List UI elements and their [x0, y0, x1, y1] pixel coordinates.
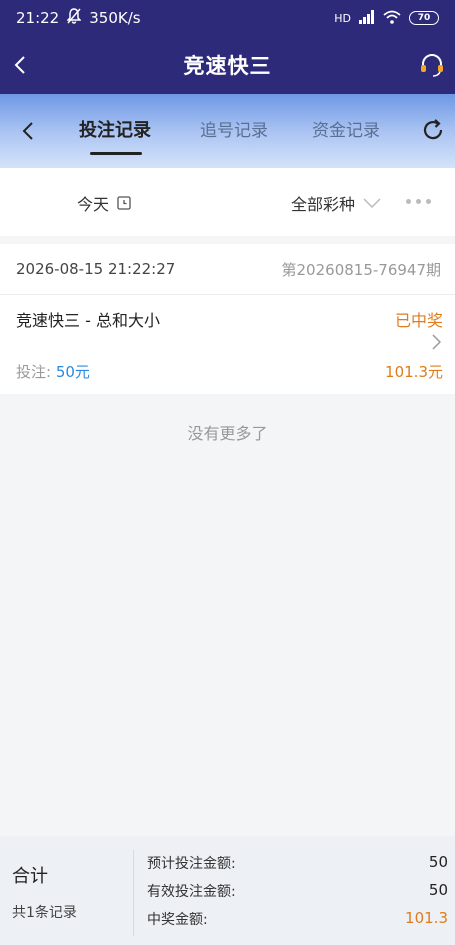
summary-row-valid-bet: 有效投注金额: 50 — [147, 881, 448, 901]
calendar-icon — [117, 196, 131, 210]
headset-icon — [421, 54, 443, 77]
refresh-icon — [423, 119, 443, 140]
tab-bet-records[interactable]: 投注记录 — [79, 116, 151, 142]
hd-label: HD — [334, 11, 351, 25]
chevron-right-icon[interactable] — [429, 333, 443, 351]
chevron-left-icon — [14, 56, 25, 74]
bell-off-icon — [66, 8, 83, 28]
app-bar: 竞速快三 — [0, 36, 455, 94]
summary-value: 50 — [428, 881, 448, 899]
active-tab-indicator — [90, 152, 142, 155]
record-bet-label: 投注: — [16, 363, 56, 381]
bet-record-card[interactable]: 2026-08-15 21:22:27 第20260815-76947期 竞速快… — [0, 244, 455, 394]
record-win-amount: 101.3元 — [385, 363, 443, 381]
summary-title: 合计 — [12, 866, 48, 887]
summary-label: 预计投注金额: — [147, 856, 236, 872]
record-tabs: 投注记录 追号记录 资金记录 — [0, 94, 455, 168]
record-body: 竞速快三 - 总和大小 已中奖 投注: 50元 101.3元 — [0, 295, 455, 393]
record-game-name: 竞速快三 - 总和大小 — [16, 311, 160, 330]
summary-divider — [133, 850, 134, 936]
summary-row-win-amount: 中奖金额: 101.3 — [147, 909, 448, 929]
summary-value: 101.3 — [405, 909, 448, 927]
record-header: 2026-08-15 21:22:27 第20260815-76947期 — [0, 244, 455, 295]
filter-bar: 今天 全部彩种 — [0, 168, 455, 236]
record-issue: 第20260815-76947期 — [281, 260, 441, 279]
record-status-badge: 已中奖 — [394, 311, 443, 330]
summary-footer: 合计 共1条记录 预计投注金额: 50 有效投注金额: 50 中奖金额: 101… — [0, 836, 455, 945]
date-filter-label: 今天 — [77, 195, 110, 214]
record-bet: 投注: 50元 — [16, 361, 90, 382]
status-time: 21:22 — [16, 9, 60, 27]
date-filter[interactable]: 今天 — [77, 191, 131, 215]
page-title: 竞速快三 — [183, 54, 272, 78]
refresh-button[interactable] — [419, 116, 447, 144]
summary-row-expected-bet: 预计投注金额: 50 — [147, 853, 448, 873]
more-options-button[interactable] — [406, 199, 431, 204]
lottery-filter-label: 全部彩种 — [291, 195, 356, 214]
chevron-left-icon — [22, 122, 33, 140]
signal-icon — [359, 9, 375, 27]
record-bet-amount: 50元 — [55, 363, 90, 381]
wifi-icon — [383, 10, 401, 27]
summary-count: 共1条记录 — [12, 905, 77, 921]
tab-back-button[interactable] — [16, 118, 40, 144]
summary-label: 中奖金额: — [147, 912, 208, 928]
customer-service-button[interactable] — [417, 50, 447, 80]
tab-fund-records[interactable]: 资金记录 — [312, 116, 380, 141]
summary-value: 50 — [428, 853, 448, 871]
battery-indicator: 70 — [409, 11, 439, 25]
no-more-text: 没有更多了 — [187, 424, 268, 443]
tab-chase-records[interactable]: 追号记录 — [200, 116, 268, 141]
record-time: 2026-08-15 21:22:27 — [16, 260, 176, 278]
chevron-down-icon — [363, 198, 381, 208]
back-button[interactable] — [8, 50, 32, 80]
lottery-filter[interactable]: 全部彩种 — [291, 191, 381, 215]
status-bar: 21:22 350K/s HD 70 — [0, 0, 455, 36]
network-speed: 350K/s — [89, 9, 141, 27]
summary-label: 有效投注金额: — [147, 884, 236, 900]
